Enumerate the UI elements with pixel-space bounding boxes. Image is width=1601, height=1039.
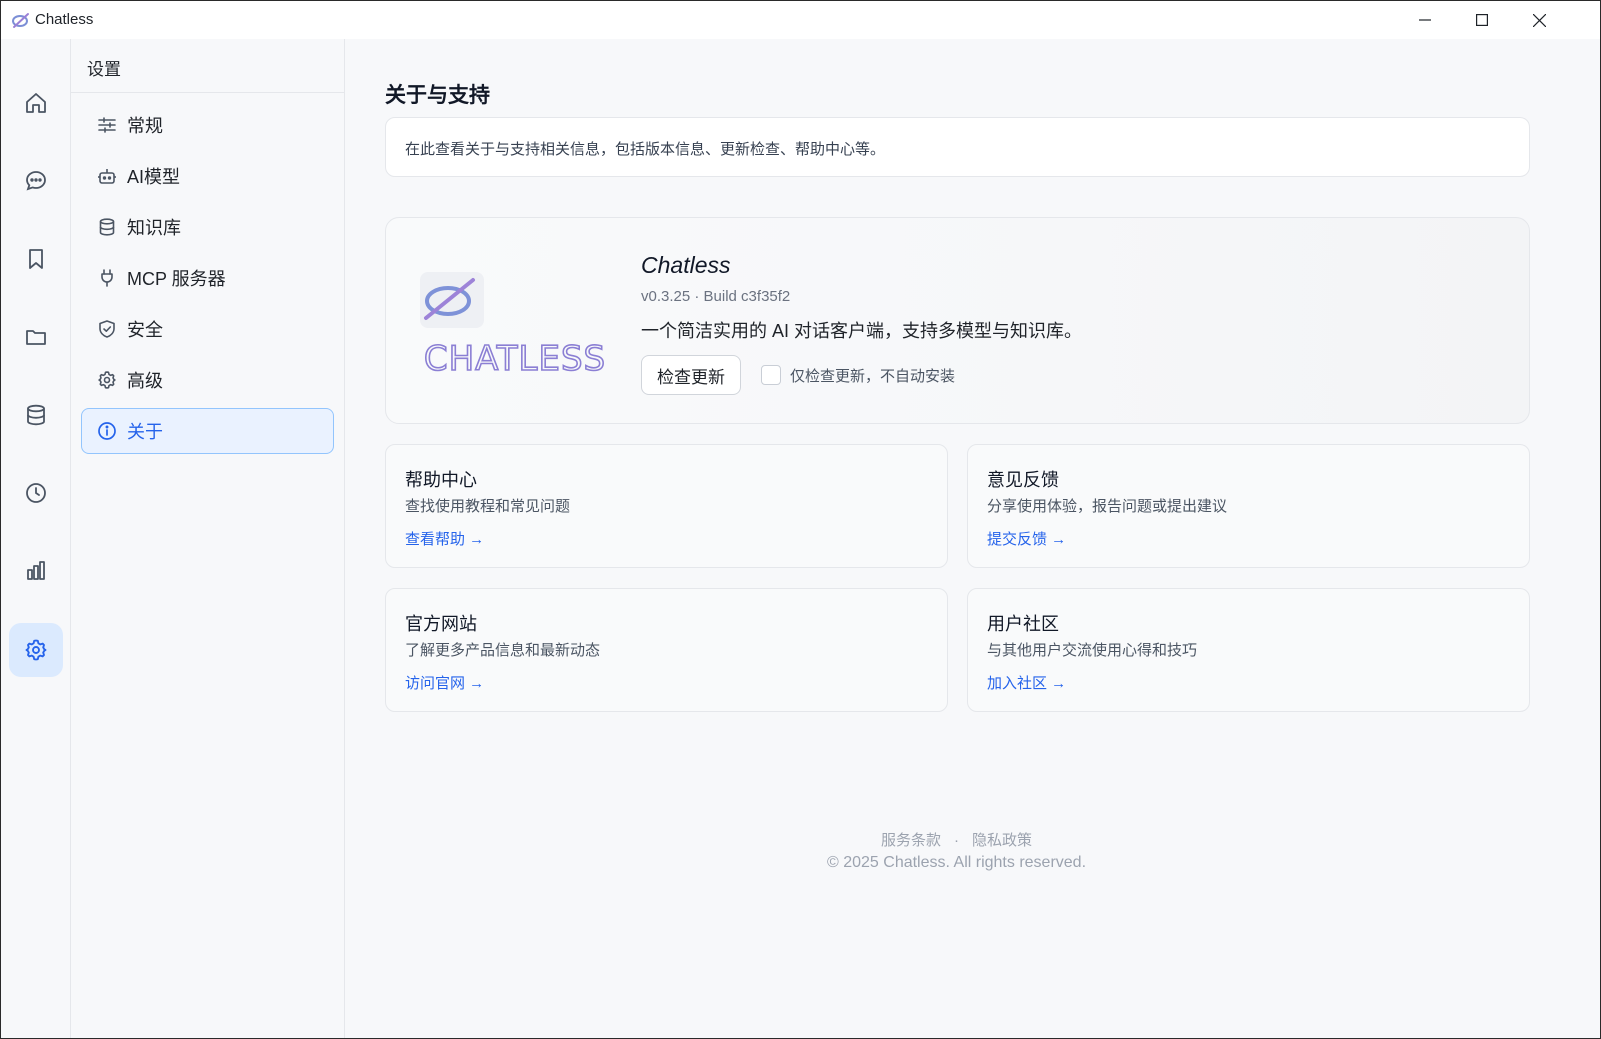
settings-item-label: 安全 <box>127 320 163 340</box>
app-version: v0.3.25 · Build c3f35f2 <box>641 288 791 305</box>
minimize-button[interactable] <box>1396 1 1454 39</box>
community-card[interactable]: 用户社区 与其他用户交流使用心得和技巧 加入社区 → <box>967 588 1530 712</box>
rail-history-button[interactable] <box>9 466 63 520</box>
only-check-label[interactable]: 仅检查更新，不自动安装 <box>790 365 955 386</box>
home-icon <box>26 93 46 113</box>
settings-gear-icon <box>25 639 47 661</box>
only-check-checkbox[interactable] <box>761 365 781 385</box>
app-tagline: 一个简洁实用的 AI 对话客户端，支持多模型与知识库。 <box>641 321 1083 341</box>
settings-item-label: MCP 服务器 <box>127 269 226 289</box>
sliders-icon <box>98 117 116 133</box>
copyright: © 2025 Chatless. All rights reserved. <box>826 854 1087 871</box>
privacy-link[interactable]: 隐私政策 <box>972 832 1032 849</box>
chat-bubble-icon <box>26 171 46 191</box>
settings-title: 设置 <box>87 60 121 79</box>
folder-icon <box>26 330 46 345</box>
icon-rail <box>1 39 71 1038</box>
logo-wordmark: CHATLESS <box>424 339 606 379</box>
settings-item-mcp-servers[interactable]: MCP 服务器 <box>81 255 334 301</box>
rail-chat-button[interactable] <box>9 154 63 208</box>
card-title: 意见反馈 <box>987 470 1059 490</box>
settings-item-label: AI模型 <box>127 167 181 187</box>
settings-item-label: 关于 <box>127 422 163 442</box>
settings-item-security[interactable]: 安全 <box>81 306 334 352</box>
divider <box>71 92 344 93</box>
minimize-icon <box>1419 19 1431 21</box>
chatless-logo: CHATLESS <box>420 272 606 380</box>
settings-sidebar: 设置 常规 AI模型 知识库 MCP 服务器 安全 高级 关于 <box>71 39 345 1038</box>
join-community-link[interactable]: 加入社区 → <box>987 672 1066 693</box>
help-center-card[interactable]: 帮助中心 查找使用教程和常见问题 查看帮助 → <box>385 444 948 568</box>
title-bar: Chatless <box>1 1 1600 39</box>
info-icon <box>98 422 116 440</box>
description-text: 在此查看关于与支持相关信息，包括版本信息、更新检查、帮助中心等。 <box>405 141 886 158</box>
footer-separator: · <box>954 832 959 849</box>
submit-feedback-link[interactable]: 提交反馈 → <box>987 528 1066 549</box>
feedback-card[interactable]: 意见反馈 分享使用体验，报告问题或提出建议 提交反馈 → <box>967 444 1530 568</box>
shield-check-icon <box>99 320 115 338</box>
clock-icon <box>26 483 46 503</box>
bot-icon <box>98 169 116 184</box>
plug-icon <box>101 269 113 287</box>
settings-item-advanced[interactable]: 高级 <box>81 357 334 403</box>
card-title: 官方网站 <box>405 614 477 634</box>
rail-database-button[interactable] <box>9 388 63 442</box>
database-icon <box>27 404 45 426</box>
settings-item-about[interactable]: 关于 <box>81 408 334 454</box>
card-title: 用户社区 <box>987 614 1059 634</box>
card-description: 与其他用户交流使用心得和技巧 <box>987 642 1198 659</box>
window-title: Chatless <box>35 11 94 28</box>
rail-settings-button[interactable] <box>9 623 63 677</box>
settings-item-label: 常规 <box>127 116 163 136</box>
gear-icon <box>98 371 116 389</box>
close-button[interactable] <box>1510 1 1568 39</box>
view-help-link[interactable]: 查看帮助 → <box>405 528 484 549</box>
rail-folder-button[interactable] <box>9 310 63 364</box>
rail-bookmark-button[interactable] <box>9 232 63 286</box>
settings-item-label: 知识库 <box>127 218 181 238</box>
settings-item-general[interactable]: 常规 <box>81 102 334 148</box>
close-icon <box>1532 13 1546 27</box>
maximize-icon <box>1476 14 1488 26</box>
main-content: 关于与支持 在此查看关于与支持相关信息，包括版本信息、更新检查、帮助中心等。 C… <box>345 39 1600 1038</box>
app-logo-icon <box>12 13 29 28</box>
about-card: CHATLESS Chatless v0.3.25 · Build c3f35f… <box>385 217 1530 424</box>
bar-chart-icon <box>27 561 45 580</box>
card-description: 查找使用教程和常见问题 <box>405 498 571 515</box>
official-site-card[interactable]: 官方网站 了解更多产品信息和最新动态 访问官网 → <box>385 588 948 712</box>
app-name: Chatless <box>641 252 731 278</box>
card-description: 了解更多产品信息和最新动态 <box>405 642 601 659</box>
database-icon <box>99 218 115 236</box>
visit-site-link[interactable]: 访问官网 → <box>405 672 484 693</box>
page-title: 关于与支持 <box>385 84 490 107</box>
footer-links: 服务条款 · 隐私政策 <box>345 829 1568 850</box>
card-title: 帮助中心 <box>405 470 477 490</box>
rail-stats-button[interactable] <box>9 544 63 598</box>
settings-item-label: 高级 <box>127 371 163 391</box>
rail-home-button[interactable] <box>9 76 63 130</box>
app-window: Chatless 设置 常规 AI模型 知识库 MCP 服务器 安全 高级 关于… <box>0 0 1601 1039</box>
card-description: 分享使用体验，报告问题或提出建议 <box>987 498 1228 515</box>
maximize-button[interactable] <box>1453 1 1511 39</box>
description-box: 在此查看关于与支持相关信息，包括版本信息、更新检查、帮助中心等。 <box>385 117 1530 177</box>
settings-item-ai-models[interactable]: AI模型 <box>81 153 334 199</box>
terms-link[interactable]: 服务条款 <box>881 832 941 849</box>
settings-item-knowledge[interactable]: 知识库 <box>81 204 334 250</box>
check-update-button[interactable]: 检查更新 <box>641 355 741 395</box>
bookmark-icon <box>29 249 43 269</box>
